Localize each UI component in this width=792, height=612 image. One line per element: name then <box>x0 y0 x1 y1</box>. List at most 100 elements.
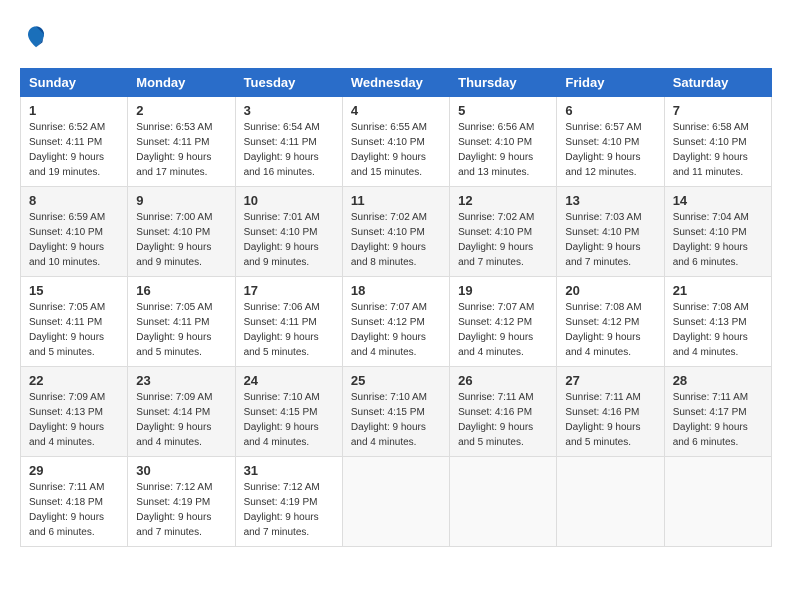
day-info: Sunrise: 7:09 AM Sunset: 4:13 PM Dayligh… <box>29 390 119 450</box>
day-number: 13 <box>565 193 655 208</box>
day-info: Sunrise: 6:57 AM Sunset: 4:10 PM Dayligh… <box>565 120 655 180</box>
calendar-cell: 17 Sunrise: 7:06 AM Sunset: 4:11 PM Dayl… <box>235 277 342 367</box>
logo <box>20 20 56 52</box>
day-info: Sunrise: 7:12 AM Sunset: 4:19 PM Dayligh… <box>244 480 334 540</box>
day-info: Sunrise: 7:11 AM Sunset: 4:17 PM Dayligh… <box>673 390 763 450</box>
day-info: Sunrise: 7:08 AM Sunset: 4:13 PM Dayligh… <box>673 300 763 360</box>
calendar-week-row: 29 Sunrise: 7:11 AM Sunset: 4:18 PM Dayl… <box>21 457 772 547</box>
day-number: 5 <box>458 103 548 118</box>
day-info: Sunrise: 6:53 AM Sunset: 4:11 PM Dayligh… <box>136 120 226 180</box>
calendar-cell: 13 Sunrise: 7:03 AM Sunset: 4:10 PM Dayl… <box>557 187 664 277</box>
calendar-cell: 21 Sunrise: 7:08 AM Sunset: 4:13 PM Dayl… <box>664 277 771 367</box>
day-number: 18 <box>351 283 441 298</box>
calendar-cell: 2 Sunrise: 6:53 AM Sunset: 4:11 PM Dayli… <box>128 97 235 187</box>
calendar-cell: 25 Sunrise: 7:10 AM Sunset: 4:15 PM Dayl… <box>342 367 449 457</box>
day-number: 4 <box>351 103 441 118</box>
day-info: Sunrise: 7:11 AM Sunset: 4:18 PM Dayligh… <box>29 480 119 540</box>
calendar-cell: 12 Sunrise: 7:02 AM Sunset: 4:10 PM Dayl… <box>450 187 557 277</box>
calendar-weekday-wednesday: Wednesday <box>342 69 449 97</box>
day-info: Sunrise: 7:12 AM Sunset: 4:19 PM Dayligh… <box>136 480 226 540</box>
day-info: Sunrise: 7:01 AM Sunset: 4:10 PM Dayligh… <box>244 210 334 270</box>
day-info: Sunrise: 7:04 AM Sunset: 4:10 PM Dayligh… <box>673 210 763 270</box>
day-number: 23 <box>136 373 226 388</box>
day-number: 8 <box>29 193 119 208</box>
calendar-cell <box>450 457 557 547</box>
calendar-weekday-sunday: Sunday <box>21 69 128 97</box>
day-info: Sunrise: 7:11 AM Sunset: 4:16 PM Dayligh… <box>458 390 548 450</box>
day-number: 21 <box>673 283 763 298</box>
day-number: 1 <box>29 103 119 118</box>
calendar-cell: 27 Sunrise: 7:11 AM Sunset: 4:16 PM Dayl… <box>557 367 664 457</box>
calendar-cell: 31 Sunrise: 7:12 AM Sunset: 4:19 PM Dayl… <box>235 457 342 547</box>
calendar-weekday-friday: Friday <box>557 69 664 97</box>
day-info: Sunrise: 6:59 AM Sunset: 4:10 PM Dayligh… <box>29 210 119 270</box>
calendar-weekday-saturday: Saturday <box>664 69 771 97</box>
calendar-cell: 9 Sunrise: 7:00 AM Sunset: 4:10 PM Dayli… <box>128 187 235 277</box>
calendar-cell: 1 Sunrise: 6:52 AM Sunset: 4:11 PM Dayli… <box>21 97 128 187</box>
day-number: 31 <box>244 463 334 478</box>
calendar-cell: 14 Sunrise: 7:04 AM Sunset: 4:10 PM Dayl… <box>664 187 771 277</box>
calendar-cell: 15 Sunrise: 7:05 AM Sunset: 4:11 PM Dayl… <box>21 277 128 367</box>
calendar-week-row: 8 Sunrise: 6:59 AM Sunset: 4:10 PM Dayli… <box>21 187 772 277</box>
day-number: 25 <box>351 373 441 388</box>
logo-icon <box>20 20 52 52</box>
day-number: 15 <box>29 283 119 298</box>
day-number: 14 <box>673 193 763 208</box>
day-number: 22 <box>29 373 119 388</box>
day-number: 29 <box>29 463 119 478</box>
day-info: Sunrise: 7:05 AM Sunset: 4:11 PM Dayligh… <box>136 300 226 360</box>
calendar-cell: 11 Sunrise: 7:02 AM Sunset: 4:10 PM Dayl… <box>342 187 449 277</box>
calendar-week-row: 1 Sunrise: 6:52 AM Sunset: 4:11 PM Dayli… <box>21 97 772 187</box>
day-info: Sunrise: 7:10 AM Sunset: 4:15 PM Dayligh… <box>351 390 441 450</box>
day-info: Sunrise: 6:54 AM Sunset: 4:11 PM Dayligh… <box>244 120 334 180</box>
calendar-weekday-tuesday: Tuesday <box>235 69 342 97</box>
day-number: 10 <box>244 193 334 208</box>
day-number: 11 <box>351 193 441 208</box>
calendar-header-row: SundayMondayTuesdayWednesdayThursdayFrid… <box>21 69 772 97</box>
calendar-cell: 5 Sunrise: 6:56 AM Sunset: 4:10 PM Dayli… <box>450 97 557 187</box>
day-info: Sunrise: 7:07 AM Sunset: 4:12 PM Dayligh… <box>351 300 441 360</box>
day-info: Sunrise: 7:07 AM Sunset: 4:12 PM Dayligh… <box>458 300 548 360</box>
calendar-cell: 23 Sunrise: 7:09 AM Sunset: 4:14 PM Dayl… <box>128 367 235 457</box>
day-info: Sunrise: 7:02 AM Sunset: 4:10 PM Dayligh… <box>458 210 548 270</box>
day-number: 26 <box>458 373 548 388</box>
calendar-cell: 3 Sunrise: 6:54 AM Sunset: 4:11 PM Dayli… <box>235 97 342 187</box>
calendar-cell: 16 Sunrise: 7:05 AM Sunset: 4:11 PM Dayl… <box>128 277 235 367</box>
day-number: 6 <box>565 103 655 118</box>
day-number: 16 <box>136 283 226 298</box>
calendar-cell: 4 Sunrise: 6:55 AM Sunset: 4:10 PM Dayli… <box>342 97 449 187</box>
day-number: 9 <box>136 193 226 208</box>
calendar-week-row: 15 Sunrise: 7:05 AM Sunset: 4:11 PM Dayl… <box>21 277 772 367</box>
day-info: Sunrise: 7:06 AM Sunset: 4:11 PM Dayligh… <box>244 300 334 360</box>
day-number: 30 <box>136 463 226 478</box>
day-number: 28 <box>673 373 763 388</box>
calendar-cell: 26 Sunrise: 7:11 AM Sunset: 4:16 PM Dayl… <box>450 367 557 457</box>
calendar-cell: 19 Sunrise: 7:07 AM Sunset: 4:12 PM Dayl… <box>450 277 557 367</box>
day-info: Sunrise: 6:56 AM Sunset: 4:10 PM Dayligh… <box>458 120 548 180</box>
day-number: 2 <box>136 103 226 118</box>
day-info: Sunrise: 7:02 AM Sunset: 4:10 PM Dayligh… <box>351 210 441 270</box>
calendar-cell: 24 Sunrise: 7:10 AM Sunset: 4:15 PM Dayl… <box>235 367 342 457</box>
calendar-weekday-monday: Monday <box>128 69 235 97</box>
day-number: 12 <box>458 193 548 208</box>
calendar-week-row: 22 Sunrise: 7:09 AM Sunset: 4:13 PM Dayl… <box>21 367 772 457</box>
day-info: Sunrise: 7:00 AM Sunset: 4:10 PM Dayligh… <box>136 210 226 270</box>
calendar-cell: 22 Sunrise: 7:09 AM Sunset: 4:13 PM Dayl… <box>21 367 128 457</box>
page-header <box>20 20 772 52</box>
day-number: 20 <box>565 283 655 298</box>
calendar-cell: 10 Sunrise: 7:01 AM Sunset: 4:10 PM Dayl… <box>235 187 342 277</box>
calendar-cell <box>664 457 771 547</box>
day-info: Sunrise: 6:55 AM Sunset: 4:10 PM Dayligh… <box>351 120 441 180</box>
calendar-cell: 28 Sunrise: 7:11 AM Sunset: 4:17 PM Dayl… <box>664 367 771 457</box>
calendar-cell: 20 Sunrise: 7:08 AM Sunset: 4:12 PM Dayl… <box>557 277 664 367</box>
day-number: 27 <box>565 373 655 388</box>
day-number: 19 <box>458 283 548 298</box>
calendar-cell: 30 Sunrise: 7:12 AM Sunset: 4:19 PM Dayl… <box>128 457 235 547</box>
day-number: 7 <box>673 103 763 118</box>
calendar-cell: 18 Sunrise: 7:07 AM Sunset: 4:12 PM Dayl… <box>342 277 449 367</box>
calendar-cell: 7 Sunrise: 6:58 AM Sunset: 4:10 PM Dayli… <box>664 97 771 187</box>
calendar-cell: 6 Sunrise: 6:57 AM Sunset: 4:10 PM Dayli… <box>557 97 664 187</box>
calendar-table: SundayMondayTuesdayWednesdayThursdayFrid… <box>20 68 772 547</box>
day-info: Sunrise: 7:05 AM Sunset: 4:11 PM Dayligh… <box>29 300 119 360</box>
day-info: Sunrise: 7:03 AM Sunset: 4:10 PM Dayligh… <box>565 210 655 270</box>
